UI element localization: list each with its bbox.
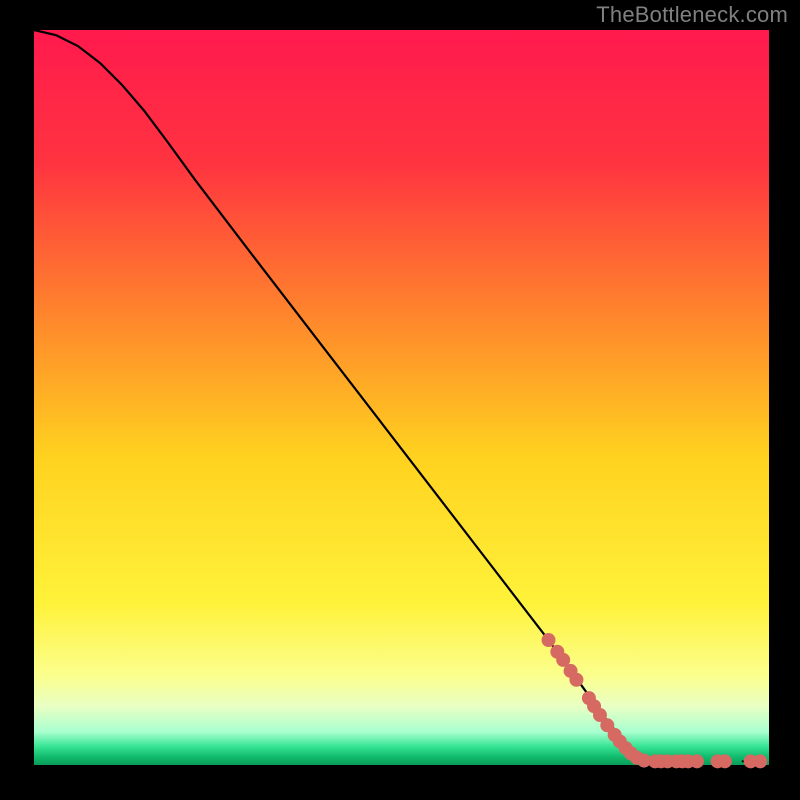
chart-stage: TheBottleneck.com xyxy=(0,0,800,800)
watermark-text: TheBottleneck.com xyxy=(596,2,788,28)
data-marker xyxy=(718,754,732,768)
plot-background xyxy=(34,30,769,765)
data-marker xyxy=(690,754,704,768)
data-marker xyxy=(753,754,767,768)
data-marker xyxy=(542,633,556,647)
chart-svg xyxy=(0,0,800,800)
data-marker xyxy=(569,673,583,687)
